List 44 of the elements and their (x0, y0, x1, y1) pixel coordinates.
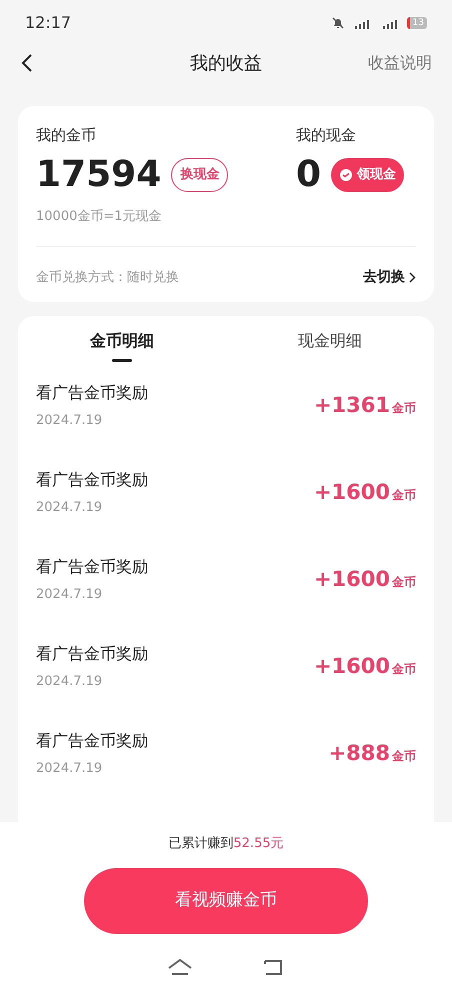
record-unit: 金币 (392, 574, 416, 591)
record-title: 看广告金币奖励 (36, 382, 148, 404)
mute-icon (330, 16, 345, 30)
cash-balance: 0 (296, 152, 322, 196)
claim-cash-button[interactable]: 领现金 (331, 158, 404, 192)
status-time: 12:17 (25, 12, 72, 34)
exchange-rate: 10000金币=1元现金 (36, 208, 163, 226)
record-unit: 金币 (392, 748, 416, 765)
record-unit: 金币 (392, 660, 416, 678)
home-icon[interactable] (167, 958, 193, 976)
income-info-link[interactable]: 收益说明 (368, 51, 432, 75)
coins-balance: 17594 (36, 152, 162, 196)
cash-label: 我的现金 (296, 125, 357, 146)
record-date: 2024.7.19 (36, 760, 104, 778)
total-earned-value: 52.55元 (233, 835, 284, 853)
chevron-right-icon (409, 272, 416, 283)
total-earned-label: 已累计赚到 (168, 835, 234, 853)
record-title: 看广告金币奖励 (36, 730, 148, 752)
record-amount: +1361 (314, 392, 390, 419)
tab[interactable]: 金币明细 (90, 329, 154, 353)
record-unit: 金币 (392, 400, 416, 417)
record-amount: +1600 (314, 478, 390, 506)
record-date: 2024.7.19 (36, 412, 104, 430)
record-title: 看广告金币奖励 (36, 468, 148, 491)
record-date: 2024.7.19 (36, 672, 104, 691)
watch-video-button[interactable]: 看视频赚金币 (84, 868, 368, 934)
record-title: 看广告金币奖励 (36, 642, 148, 665)
record-unit: 金币 (392, 486, 416, 504)
record-amount: +888 (328, 740, 390, 767)
back-nav-icon[interactable] (263, 958, 285, 976)
tab-indicator (112, 359, 132, 362)
record-date: 2024.7.19 (36, 586, 104, 604)
battery-level: 13 (406, 17, 427, 29)
exchange-cash-button[interactable]: 换现金 (171, 158, 228, 192)
tab[interactable]: 现金明细 (298, 329, 362, 353)
record-title: 看广告金币奖励 (36, 556, 148, 578)
record-date: 2024.7.19 (36, 498, 104, 517)
switch-mode-link[interactable]: 去切换 (363, 267, 416, 288)
exchange-mode: 金币兑换方式：随时兑换 (36, 268, 179, 287)
back-icon[interactable] (20, 53, 34, 73)
record-amount: +1600 (314, 652, 390, 680)
record-amount: +1600 (314, 566, 390, 593)
page-title: 我的收益 (190, 52, 262, 76)
coins-label: 我的金币 (36, 125, 97, 146)
